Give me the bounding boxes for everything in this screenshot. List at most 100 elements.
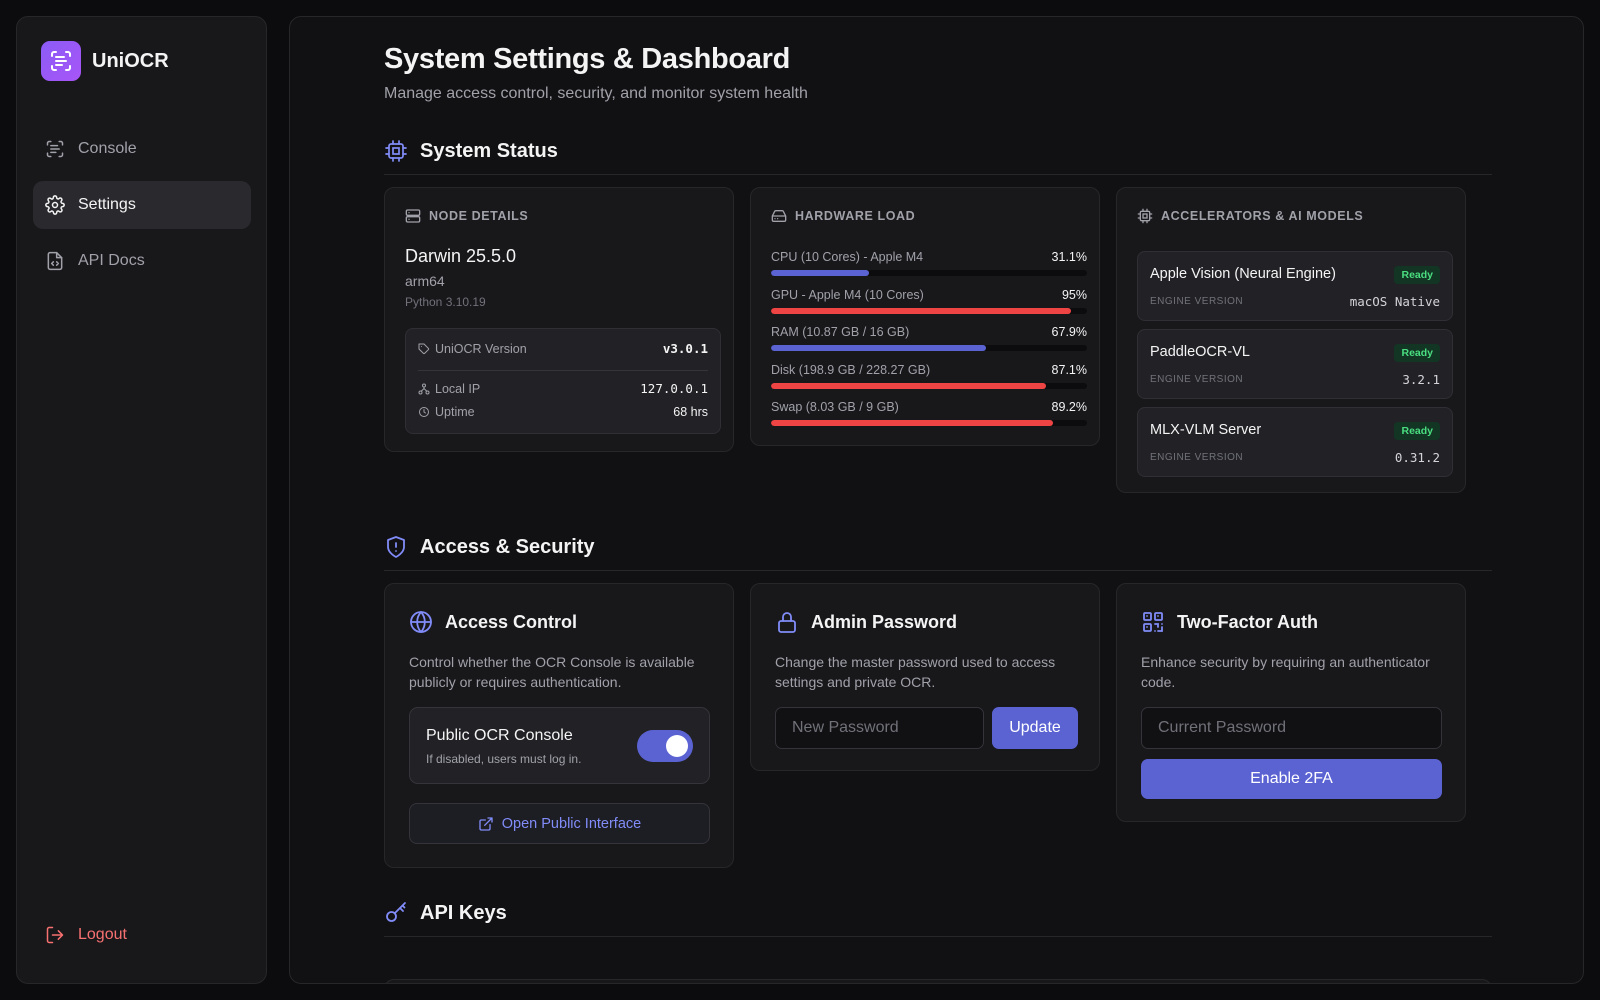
- hardware-name: RAM (10.87 GB / 16 GB): [771, 325, 910, 339]
- hardware-percent: 89.2%: [1051, 400, 1087, 414]
- admin-password-title: Admin Password: [811, 611, 958, 632]
- progress-track: [771, 270, 1087, 276]
- open-public-interface-button[interactable]: Open Public Interface: [409, 803, 710, 844]
- section-title: Access & Security: [420, 536, 595, 558]
- access-control-card: Access Control Control whether the OCR C…: [384, 583, 734, 868]
- hardware-load-row: GPU - Apple M4 (10 Cores) 95%: [771, 288, 1087, 314]
- sidebar: UniOCR Console Settings API Docs Logout: [16, 16, 267, 984]
- two-factor-title: Two-Factor Auth: [1177, 611, 1318, 632]
- progress-track: [771, 307, 1087, 314]
- gear-icon: [45, 195, 65, 215]
- accelerator-item: PaddleOCR-VL Ready ENGINE VERSION 3.2.1: [1137, 329, 1453, 399]
- page-subtitle: Manage access control, security, and mon…: [384, 85, 808, 102]
- node-details-card: NODE DETAILS Darwin 25.5.0 arm64 Python …: [384, 187, 734, 452]
- chip-icon: [1137, 208, 1153, 224]
- toggle-title: Public OCR Console: [426, 727, 573, 744]
- network-icon: [418, 383, 430, 394]
- hardware-load-header: GPU - Apple M4 (10 Cores) 95%: [771, 288, 1087, 302]
- hardware-load-header: CPU (10 Cores) - Apple M4 31.1%: [771, 250, 1087, 264]
- server-icon: [405, 209, 421, 223]
- hardware-load-row: Swap (8.03 GB / 9 GB) 89.2%: [771, 400, 1087, 426]
- update-password-button[interactable]: Update: [992, 707, 1078, 749]
- card-description: Enhance security by requiring an authent…: [1141, 654, 1430, 690]
- hardware-load-header: Disk (198.9 GB / 228.27 GB) 87.1%: [771, 363, 1087, 377]
- public-console-toggle[interactable]: [637, 730, 693, 762]
- api-keys-card: [384, 979, 1492, 983]
- status-badge: Ready: [1394, 344, 1440, 362]
- node-details-label: NODE DETAILS: [429, 209, 529, 223]
- brand-name: UniOCR: [92, 49, 169, 72]
- sidebar-item-settings[interactable]: Settings: [33, 181, 251, 229]
- section-title: System Status: [420, 140, 558, 162]
- current-password-input[interactable]: [1141, 707, 1442, 749]
- status-badge: Ready: [1394, 422, 1440, 440]
- uptime-row: Uptime 68 hrs: [418, 405, 708, 419]
- local-ip-value: 127.0.0.1: [640, 381, 708, 396]
- card-description: Control whether the OCR Console is avail…: [409, 654, 695, 690]
- logout-button[interactable]: Logout: [45, 925, 127, 945]
- accelerator-name: Apple Vision (Neural Engine): [1150, 266, 1336, 282]
- progress-fill: [771, 345, 986, 351]
- accelerator-name: PaddleOCR-VL: [1150, 344, 1250, 360]
- globe-icon: [410, 611, 432, 633]
- card-label: ACCELERATORS & AI MODELS: [1137, 208, 1363, 224]
- enable-2fa-button[interactable]: Enable 2FA: [1141, 759, 1442, 799]
- scan-text-icon: [41, 41, 81, 81]
- file-code-icon: [47, 251, 63, 271]
- progress-fill: [771, 382, 1047, 389]
- accelerator-item: Apple Vision (Neural Engine) Ready ENGIN…: [1137, 251, 1453, 321]
- hardware-name: CPU (10 Cores) - Apple M4: [771, 250, 924, 264]
- lock-icon: [778, 612, 796, 633]
- os-name: Darwin 25.5.0: [405, 246, 517, 266]
- card-label: NODE DETAILS: [405, 208, 528, 224]
- tag-icon: [418, 343, 430, 354]
- sidebar-item-console[interactable]: Console: [33, 125, 251, 173]
- section-system-status: System Status: [384, 139, 1492, 175]
- sidebar-item-label: Console: [78, 140, 137, 157]
- key-icon: [386, 902, 406, 922]
- accelerators-card: ACCELERATORS & AI MODELS Apple Vision (N…: [1116, 187, 1466, 493]
- card-title: Two-Factor Auth: [1141, 610, 1318, 634]
- two-factor-card: Two-Factor Auth Enhance security by requ…: [1116, 583, 1466, 822]
- qr-code-icon: [1143, 612, 1163, 632]
- progress-track: [771, 382, 1087, 389]
- section-api-keys: API Keys: [384, 901, 1492, 937]
- divider: [418, 370, 708, 371]
- engine-version-value: 0.31.2: [1394, 450, 1440, 465]
- clock-icon: [419, 407, 429, 417]
- brand[interactable]: UniOCR: [41, 41, 169, 81]
- version-row: UniOCR Version v3.0.1: [418, 341, 708, 356]
- hardware-load-row: Disk (198.9 GB / 228.27 GB) 87.1%: [771, 363, 1087, 389]
- card-title: Admin Password: [775, 610, 957, 634]
- status-badge: Ready: [1394, 266, 1440, 284]
- logout-icon: [46, 926, 64, 944]
- scan-text-icon: [46, 140, 64, 158]
- uptime-label: Uptime: [435, 405, 475, 419]
- engine-version-label: ENGINE VERSION: [1150, 296, 1244, 307]
- new-password-input[interactable]: [775, 707, 984, 749]
- progress-fill: [771, 270, 870, 276]
- accelerator-name: MLX-VLM Server: [1150, 422, 1262, 438]
- hardware-name: Disk (198.9 GB / 228.27 GB): [771, 362, 931, 377]
- section-title: API Keys: [420, 902, 507, 924]
- hardware-percent: 31.1%: [1051, 250, 1087, 264]
- logout-label: Logout: [78, 926, 127, 943]
- sidebar-item-api-docs[interactable]: API Docs: [33, 237, 251, 285]
- engine-version-value: 3.2.1: [1402, 372, 1440, 387]
- hardware-percent: 67.9%: [1051, 325, 1087, 339]
- access-control-title: Access Control: [445, 611, 578, 632]
- uptime-value: 68 hrs: [673, 405, 708, 419]
- hardware-load-row: CPU (10 Cores) - Apple M4 31.1%: [771, 250, 1087, 276]
- local-ip-label: Local IP: [435, 381, 481, 396]
- hardware-load-label: HARDWARE LOAD: [795, 209, 916, 223]
- engine-version-label: ENGINE VERSION: [1150, 452, 1244, 463]
- node-info-box: UniOCR Version v3.0.1 Local IP 127.0.0.1: [405, 328, 721, 434]
- version-label: UniOCR Version: [435, 341, 527, 356]
- sidebar-item-label: Settings: [78, 196, 136, 213]
- progress-track: [771, 420, 1087, 426]
- card-description: Change the master password used to acces…: [775, 654, 1056, 690]
- hardware-percent: 95%: [1061, 287, 1087, 302]
- hardware-percent: 87.1%: [1051, 362, 1087, 377]
- toggle-subtitle: If disabled, users must log in.: [426, 752, 582, 766]
- main-panel: System Settings & Dashboard Manage acces…: [289, 16, 1584, 984]
